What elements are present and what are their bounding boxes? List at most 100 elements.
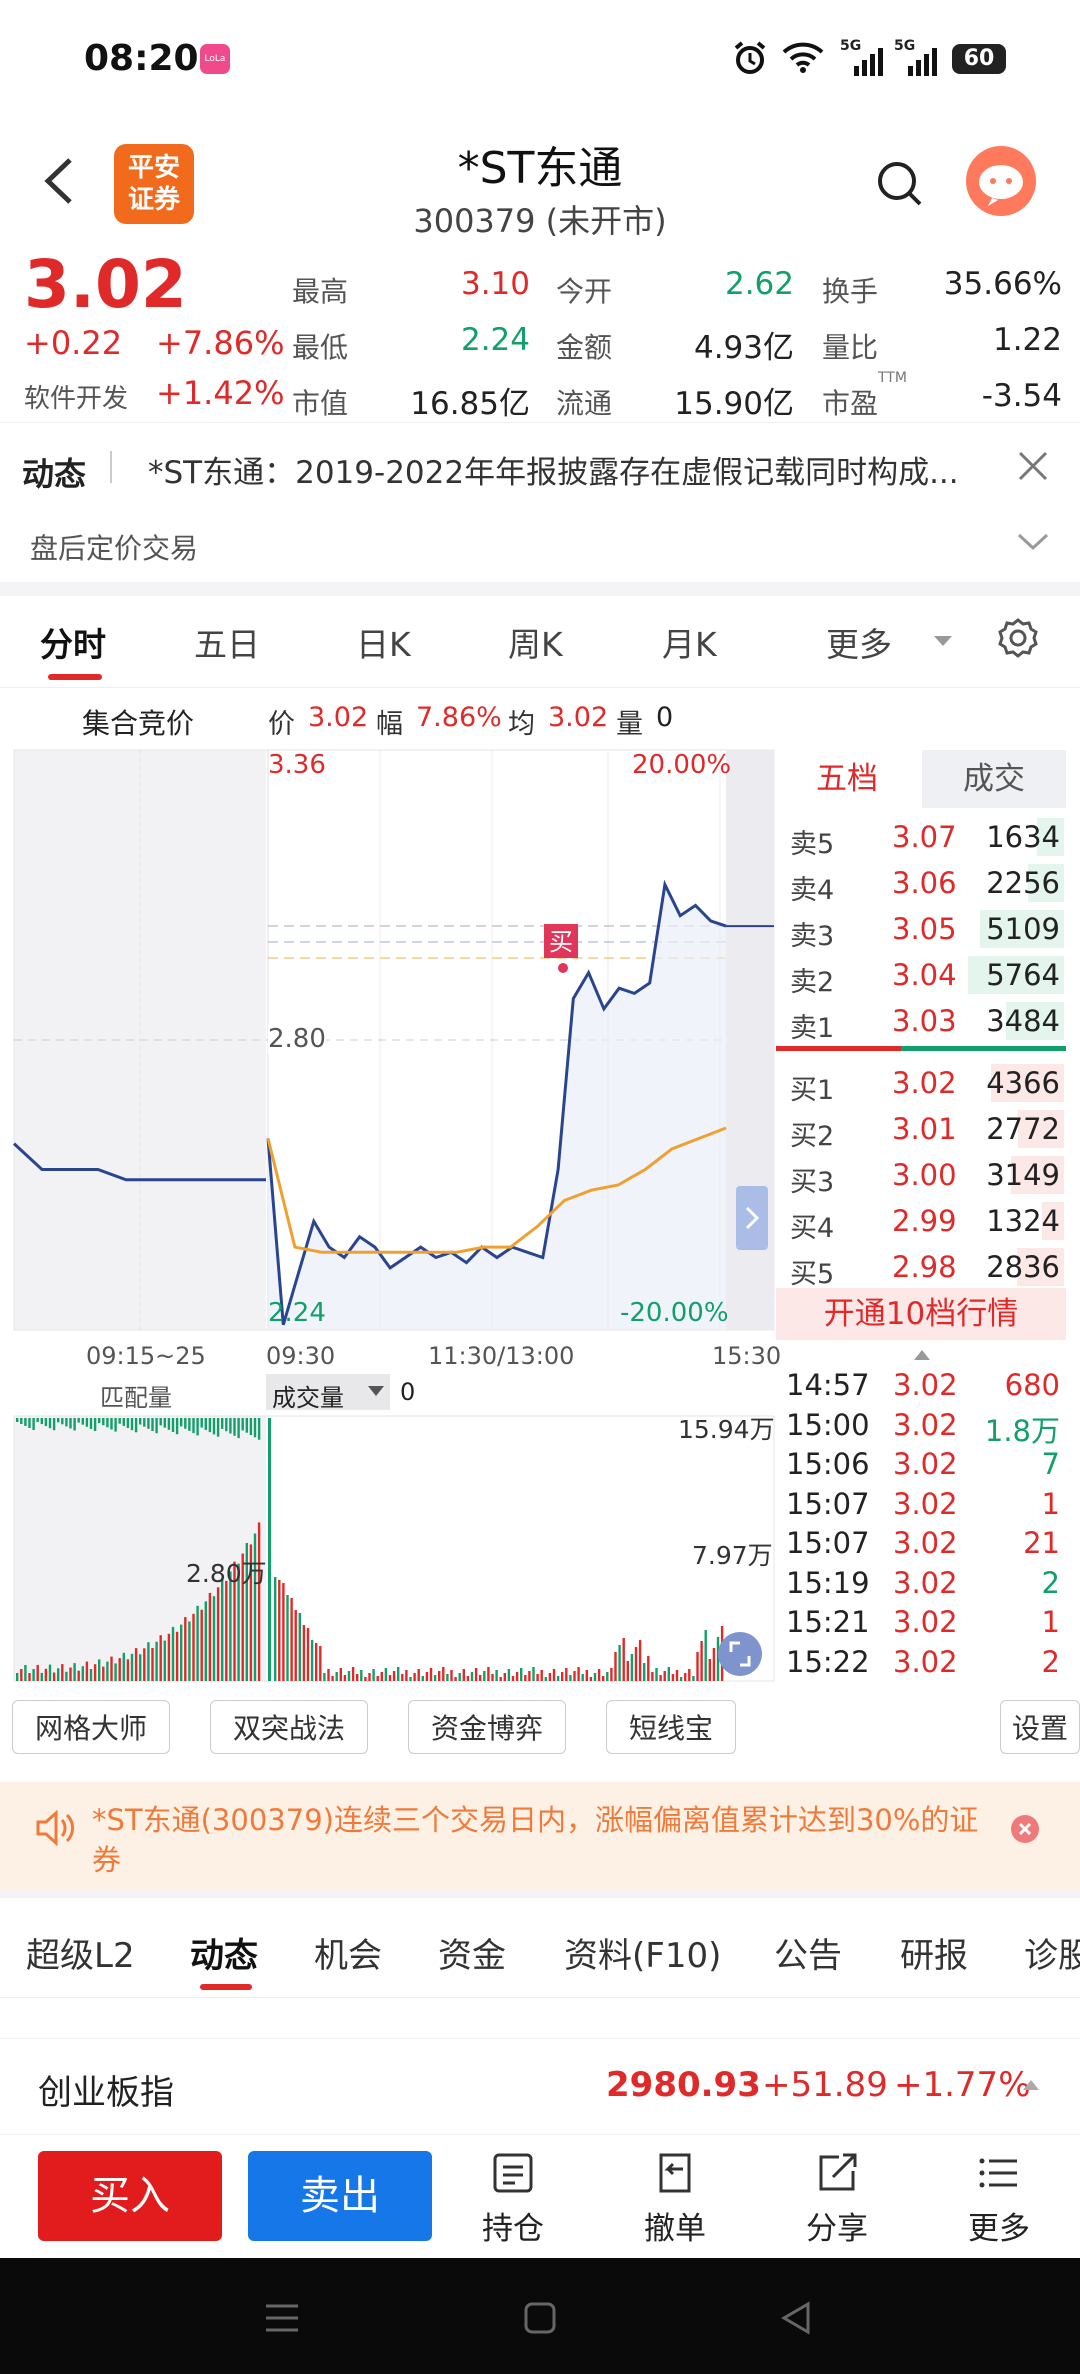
gear-icon[interactable] [996,616,1040,660]
tab-intraday[interactable]: 分时 [40,618,106,666]
double-break-button[interactable]: 双突战法 [210,1700,368,1754]
expand-panel-handle[interactable] [736,1186,768,1250]
volume-bar [98,1659,101,1681]
volume-selector-label[interactable]: 成交量 [272,1378,344,1413]
wifi-icon [782,42,824,73]
tab-diagnosis[interactable]: 诊股 [1024,1928,1080,1977]
back-arrow-icon[interactable] [42,156,76,206]
search-icon[interactable] [876,160,924,208]
back-icon[interactable] [776,2298,816,2338]
volume-bar [602,1676,605,1681]
volume-bar [380,1672,383,1681]
scroll-up-icon[interactable] [912,1348,932,1362]
trade-tick-row: 15:00 3.02 1.8万 [776,1408,1066,1448]
notice-close-icon[interactable] [1010,1814,1040,1844]
volume-bar [327,1669,330,1681]
tab-opportunity[interactable]: 机会 [314,1928,382,1977]
dropdown-triangle-icon[interactable] [932,634,954,648]
volume-bar [73,1663,76,1681]
volume-bar [520,1668,523,1681]
risk-notice[interactable]: *ST东通(300379)连续三个交易日内，涨幅偏离值累计达到30%的证券 [0,1782,1080,1890]
volume-bar [552,1669,556,1681]
tab-trades[interactable]: 成交 [922,750,1066,808]
bid-level-row[interactable]: 买3 3.00 3149 [776,1152,1066,1198]
home-icon[interactable] [520,2298,560,2338]
ask-level-row[interactable]: 卖2 3.04 5764 [776,952,1066,998]
ask-level-row[interactable]: 卖4 3.06 2256 [776,860,1066,906]
holdings-button[interactable]: 持仓 [458,2151,568,2248]
intraday-chart[interactable]: 买 3.36 20.00% 2.80 2.24 -20.00% 09:15~25… [0,746,781,1686]
recent-apps-icon[interactable] [262,2300,302,2336]
tab-super-l2[interactable]: 超级L2 [26,1928,135,1977]
tick-time: 15:19 [786,1565,870,1600]
document-icon [493,2153,533,2193]
ask-level-row[interactable]: 卖1 3.03 3484 [776,998,1066,1044]
trade-tick-row: 15:19 3.02 2 [776,1566,1066,1605]
unmatched-volume-bar [143,1418,146,1427]
index-ticker[interactable]: 创业板指 2980.93 +51.89 +1.77% [0,2038,1080,2134]
chevron-down-icon[interactable] [1016,531,1050,553]
tab-capital[interactable]: 资金 [438,1928,506,1977]
more-button[interactable]: 更多 [944,2151,1054,2248]
unmatched-volume-bar [36,1418,39,1423]
news-headline[interactable]: *ST东通：2019-2022年年报披露存在虚假记载同时构成... [148,447,1008,492]
volume-bar [294,1610,297,1681]
x-label-auction: 09:15~25 [86,1342,206,1370]
unmatched-volume-bar [16,1418,19,1422]
ask-level-row[interactable]: 卖3 3.05 5109 [776,906,1066,952]
upgrade-level10-button[interactable]: 开通10档行情 [776,1288,1066,1340]
index-pct: +1.77% [894,2065,1031,2105]
tab-news[interactable]: 动态 [190,1928,258,1977]
bid-level-row[interactable]: 买5 2.98 2836 [776,1244,1066,1290]
unmatched-volume-bar [44,1418,48,1427]
bid-level-row[interactable]: 买1 3.02 4366 [776,1060,1066,1106]
pct-bottom-label: -20.00% [620,1298,729,1328]
stat-value: 16.85亿 [410,386,530,422]
volume-bar [208,1592,212,1681]
volume-bar [384,1668,388,1681]
volume-bar [184,1617,187,1681]
tab-research[interactable]: 研报 [900,1928,968,1977]
sell-button[interactable]: 卖出 [248,2151,432,2241]
bid-level-row[interactable]: 买4 2.99 1324 [776,1198,1066,1244]
tab-five-levels[interactable]: 五档 [776,750,918,808]
volume-bar [544,1677,547,1681]
close-icon[interactable] [1016,449,1050,483]
after-hours-link[interactable]: 盘后定价交易 [30,527,198,567]
tab-more[interactable]: 更多 [826,618,892,666]
fund-game-button[interactable]: 资金博弈 [408,1700,566,1754]
tab-weekly-k[interactable]: 周K [508,618,563,666]
buy-button[interactable]: 买入 [38,2151,222,2241]
grid-master-button[interactable]: 网格大师 [12,1700,170,1754]
news-bar: 动态 *ST东通：2019-2022年年报披露存在虚假记载同时构成... 盘后定… [0,422,1080,582]
stat-label: 市值 [292,387,349,420]
bid-level-row[interactable]: 买2 3.01 2772 [776,1106,1066,1152]
settings-button[interactable]: 设置 [1000,1700,1080,1754]
volume-bar [278,1580,281,1681]
short-line-button[interactable]: 短线宝 [606,1700,736,1754]
quote-panel: 3.02 +0.22 +7.86% 软件开发 +1.42% 最高 3.10 今开 2.… [0,246,1080,422]
volume-bar [155,1641,158,1681]
tab-five-day[interactable]: 五日 [194,618,260,666]
unmatched-volume-bar [93,1418,97,1431]
volume-bar [376,1676,379,1681]
alarm-icon [734,41,766,74]
ask-level-row[interactable]: 卖5 3.07 1634 [776,814,1066,860]
cancel-order-button[interactable]: 撤单 [620,2151,730,2248]
tab-monthly-k[interactable]: 月K [662,618,717,666]
level-volume: 2256 [986,866,1060,900]
unmatched-volume-bar [180,1418,183,1427]
tick-time: 14:57 [786,1368,870,1402]
share-button[interactable]: 分享 [782,2151,892,2248]
fullscreen-icon[interactable] [718,1632,762,1676]
broker-logo[interactable]: 平安 证券 [114,144,194,224]
assistant-avatar[interactable] [966,146,1036,216]
volume-bar [126,1659,130,1681]
tab-f10[interactable]: 资料(F10) [564,1928,721,1977]
volume-bar [585,1670,588,1681]
volume-bar [433,1675,437,1681]
tab-announcement[interactable]: 公告 [774,1928,842,1977]
volume-bar [118,1658,121,1681]
sector-name[interactable]: 软件开发 [24,378,128,415]
tab-daily-k[interactable]: 日K [356,618,411,666]
